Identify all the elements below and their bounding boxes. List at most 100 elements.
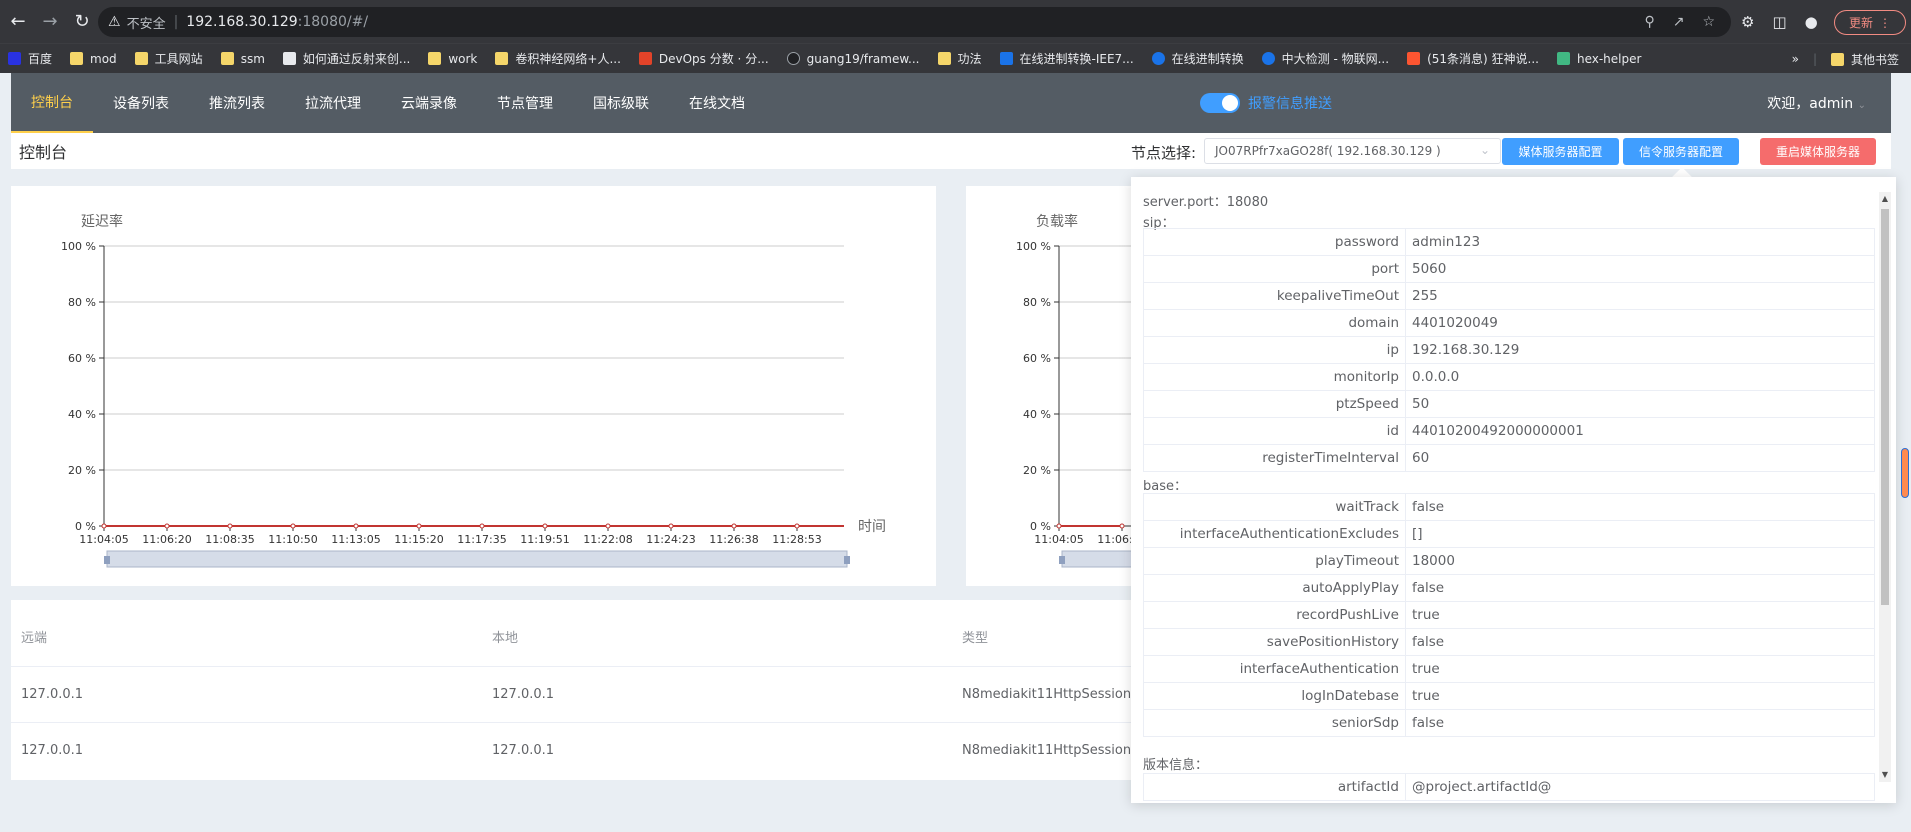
menu-item-console[interactable]: 控制台	[11, 73, 93, 133]
data-point	[479, 523, 485, 529]
cell-type: N8mediakit11HttpSession	[962, 687, 1132, 702]
menu-item-cloud-record[interactable]: 云端录像	[381, 73, 477, 133]
page-title: 控制台	[19, 143, 68, 162]
alarm-push-toggle[interactable]	[1200, 93, 1240, 113]
github-icon	[786, 52, 800, 65]
table-row: 127.0.0.1 127.0.0.1 N8mediakit11HttpSess…	[11, 666, 1131, 722]
config-value: []	[1405, 520, 1875, 548]
config-row: autoApplyPlay false	[1143, 574, 1875, 602]
restart-media-button[interactable]: 重启媒体服务器	[1760, 138, 1876, 165]
sessions-table: 远端 本地 类型 127.0.0.1 127.0.0.1 N8mediakit1…	[11, 600, 1131, 780]
bookmark-label: 在线进制转换-IEE7...	[1019, 52, 1134, 66]
scroll-down-icon[interactable]: ▼	[1879, 768, 1891, 782]
data-point	[1056, 523, 1062, 529]
bookmark-item[interactable]: 在线进制转换-IEE7...	[999, 50, 1134, 67]
bookmark-item[interactable]: hex-helper	[1556, 52, 1641, 66]
y-tick-label: 0 %	[75, 520, 96, 533]
bookmark-folder[interactable]: 卷积神经网络+人...	[495, 50, 621, 67]
config-row: savePositionHistory false	[1143, 628, 1875, 656]
bookmark-label: work	[448, 51, 478, 66]
bookmark-label: 中大检测 - 物联网...	[1281, 52, 1390, 66]
other-bookmarks[interactable]: 其他书签	[1830, 51, 1899, 68]
bookmark-item[interactable]: (51条消息) 狂神说...	[1407, 50, 1539, 67]
media-config-button[interactable]: 媒体服务器配置	[1502, 138, 1619, 165]
toggle-knob	[1222, 95, 1238, 111]
user-menu[interactable]: 欢迎，admin ⌄	[1767, 93, 1866, 113]
bookmark-folder[interactable]: 功法	[937, 50, 982, 67]
menu-item-devices[interactable]: 设备列表	[93, 73, 189, 133]
menu-item-stream-proxy[interactable]: 拉流代理	[285, 73, 381, 133]
zoom-slider	[1061, 550, 1143, 568]
star-icon[interactable]: ☆	[1702, 14, 1715, 30]
update-label: 更新	[1848, 16, 1873, 30]
address-bar[interactable]: ⚠ 不安全 | 192.168.30.129:18080/#/ ⚲ ↗ ☆	[98, 7, 1731, 37]
config-row: seniorSdp false	[1143, 709, 1875, 737]
x-axis-label: 时间	[858, 519, 886, 535]
forward-icon[interactable]: →	[36, 8, 64, 36]
signal-config-button[interactable]: 信令服务器配置	[1623, 138, 1739, 165]
bookmark-folder[interactable]: ssm	[220, 51, 265, 66]
config-value: false	[1405, 574, 1875, 602]
share-icon[interactable]: ↗	[1673, 14, 1685, 30]
menu-item-cascade[interactable]: 国标级联	[573, 73, 669, 133]
node-select[interactable]: JO07RPfr7xaGO28f( 192.168.30.129 ) ⌄	[1204, 138, 1501, 164]
y-tick-label: 100 %	[61, 240, 96, 253]
menu-item-nodes[interactable]: 节点管理	[477, 73, 573, 133]
config-value: admin123	[1405, 228, 1875, 256]
x-tick-label: 11:17:35	[457, 533, 506, 546]
back-icon[interactable]: ←	[4, 8, 32, 36]
side-handle[interactable]	[1901, 448, 1909, 498]
config-row: interfaceAuthentication true	[1143, 655, 1875, 683]
kebab-menu-icon: ⋮	[1879, 15, 1891, 30]
bookmark-item[interactable]: DevOps 分数 · 分...	[638, 50, 769, 67]
config-value: 44010200492000000001	[1405, 417, 1875, 445]
bookmark-folder[interactable]: work	[428, 52, 477, 66]
config-value: 50	[1405, 390, 1875, 418]
menu-item-push-streams[interactable]: 推流列表	[189, 73, 285, 133]
key-icon[interactable]: ⚲	[1644, 14, 1654, 30]
config-key: waitTrack	[1143, 493, 1406, 521]
reload-icon[interactable]: ↻	[68, 8, 96, 36]
bookmark-item[interactable]: 中大检测 - 物联网...	[1261, 50, 1390, 67]
bookmark-folder[interactable]: mod	[70, 52, 117, 66]
x-tick-label: 11:06:20	[1097, 533, 1131, 546]
extensions-icon[interactable]: ⚙	[1741, 13, 1754, 31]
folder-icon	[428, 52, 442, 65]
bookmark-item[interactable]: 如何通过反射来创...	[282, 50, 410, 67]
bookmark-folder[interactable]: 工具网站	[134, 50, 203, 67]
cell-local: 127.0.0.1	[492, 743, 555, 758]
scroll-up-icon[interactable]: ▲	[1879, 192, 1891, 206]
bookmark-label: (51条消息) 狂神说...	[1427, 52, 1539, 66]
bookmarks-more[interactable]: »	[1792, 52, 1799, 66]
bookmark-item[interactable]: 百度	[8, 50, 52, 67]
x-tick-label: 11:13:05	[331, 533, 380, 546]
data-point	[416, 523, 422, 529]
config-row: id 44010200492000000001	[1143, 417, 1875, 445]
sidepanel-icon[interactable]: ◫	[1772, 13, 1786, 31]
bookmark-label: mod	[90, 51, 117, 66]
bookmark-item[interactable]: guang19/framew...	[786, 52, 920, 66]
x-tick-label: 11:22:08	[583, 533, 632, 546]
menu-item-docs[interactable]: 在线文档	[669, 73, 765, 133]
zoom-handle-right	[844, 556, 850, 564]
baidu-icon	[8, 52, 21, 65]
config-value: false	[1405, 628, 1875, 656]
config-value: 18000	[1405, 547, 1875, 575]
bookmark-item[interactable]: 在线进制转换	[1151, 50, 1244, 67]
scroll-thumb[interactable]	[1881, 209, 1889, 605]
bookmark-label: ssm	[240, 51, 265, 66]
update-button[interactable]: 更新 ⋮	[1834, 10, 1906, 35]
y-tick-label: 80 %	[68, 296, 96, 309]
x-tick-label: 11:04:05	[79, 533, 128, 546]
config-value: true	[1405, 601, 1875, 629]
folder-icon	[495, 52, 509, 65]
config-row: interfaceAuthenticationExcludes[]	[1143, 520, 1875, 548]
load-chart: 负载率 100 % 80 % 60 % 40 % 20 % 0 %11:04:05 11:06…	[1016, 213, 1147, 568]
folder-icon	[134, 52, 148, 65]
y-tick-label: 0 %	[1030, 520, 1051, 533]
url-path: :18080/#/	[297, 14, 369, 30]
config-key: password	[1143, 228, 1406, 256]
popover-scrollbar[interactable]: ▲ ▼	[1879, 192, 1891, 782]
cell-remote: 127.0.0.1	[21, 743, 84, 758]
profile-icon[interactable]: ●	[1805, 13, 1818, 31]
